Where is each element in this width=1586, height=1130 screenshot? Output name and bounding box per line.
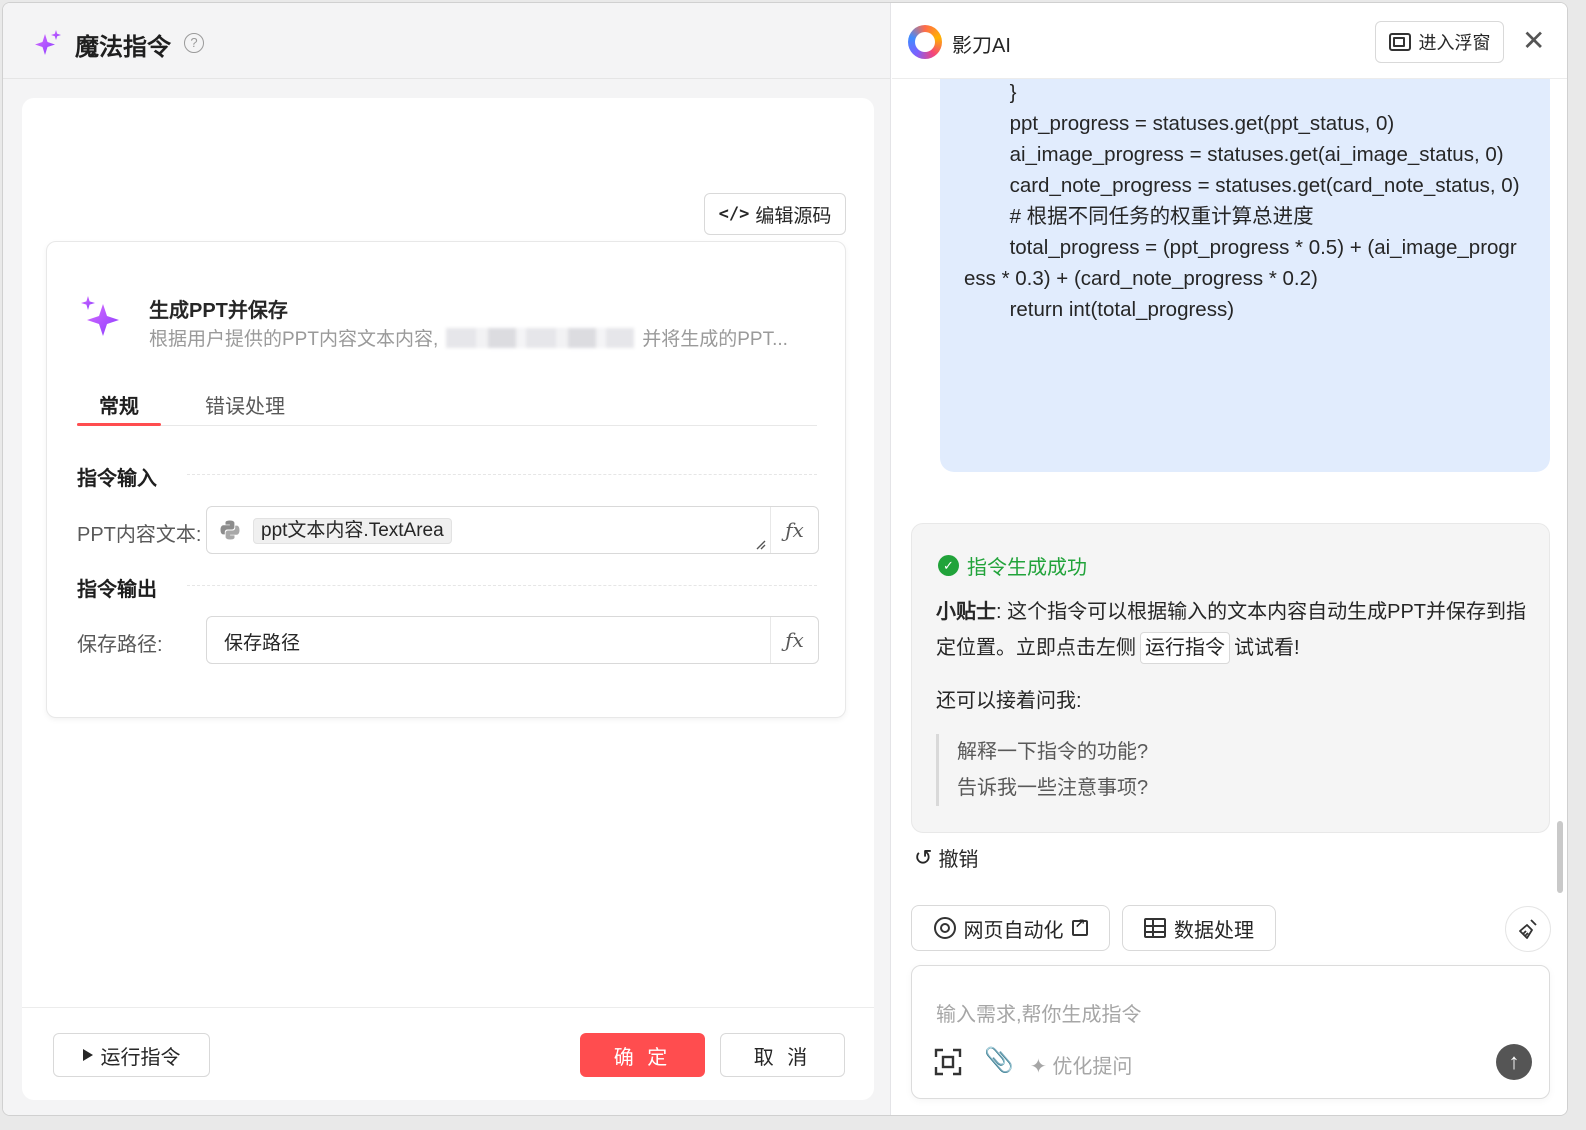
help-icon[interactable]: ? <box>184 33 204 53</box>
command-editor: </> 编辑源码 生成PPT并保存 根据用户提供的PPT内容文本内容, 并将生成的… <box>22 98 874 1100</box>
broom-icon <box>1519 919 1537 939</box>
tab-error-handling[interactable]: 错误处理 <box>205 390 285 419</box>
chrome-icon <box>933 917 956 939</box>
app-name: 影刀AI <box>952 35 1011 57</box>
path-field-label: 保存路径: <box>77 634 163 656</box>
code-line: card_note_progress = statuses.get(card_n… <box>964 174 1520 197</box>
chip-label: 网页自动化 <box>963 919 1064 942</box>
edit-source-button[interactable]: </> 编辑源码 <box>704 193 846 235</box>
tip-text-1: : 这个指令可以根据输入的文本内容自动生成PPT并保存到指定位置。立即点击左侧 <box>936 601 1527 659</box>
send-button[interactable]: ↑ <box>1496 1044 1532 1080</box>
check-circle-icon: ✓ <box>938 555 959 576</box>
ppt-field-label: PPT内容文本: <box>77 524 202 546</box>
chip-label: 数据处理 <box>1174 919 1254 942</box>
undo-label: 撤销 <box>938 849 979 871</box>
edit-source-label: 编辑源码 <box>755 205 832 227</box>
left-header: 魔法指令 ? <box>3 3 890 79</box>
undo-button[interactable]: ↺ 撤销 <box>914 843 978 872</box>
tip-text-2: 试试看! <box>1234 637 1300 659</box>
save-path-field[interactable]: 保存路径 ƒx <box>206 616 819 664</box>
optimize-label: 优化提问 <box>1052 1056 1133 1078</box>
magic-command-panel: 魔法指令 ? </> 编辑源码 生成PPT并保存 根据用户提供的PPT内容文本内… <box>3 3 891 1115</box>
run-command-button[interactable]: 运行指令 <box>53 1033 210 1077</box>
table-icon <box>1144 918 1166 938</box>
input-section-title: 指令输入 <box>77 468 157 490</box>
right-header: 影刀AI 进入浮窗 ✕ <box>892 3 1567 79</box>
code-line: ai_image_progress = statuses.get(ai_imag… <box>964 143 1504 166</box>
assistant-response-card: ✓ 指令生成成功 小贴士: 这个指令可以根据输入的文本内容自动生成PPT并保存到… <box>911 523 1550 833</box>
ai-assistant-panel: } ppt_progress = statuses.get(ppt_status… <box>892 3 1567 1115</box>
fx-button[interactable]: ƒx <box>770 617 818 663</box>
float-label: 进入浮窗 <box>1418 33 1491 53</box>
blurred-text <box>446 328 635 348</box>
run-command-tag: 运行指令 <box>1140 632 1230 664</box>
resize-handle-icon[interactable] <box>754 538 766 550</box>
code-icon: </> <box>718 204 750 224</box>
float-window-icon <box>1388 33 1411 51</box>
active-tab-indicator <box>77 423 161 426</box>
close-icon[interactable]: ✕ <box>1522 27 1545 55</box>
web-automation-chip[interactable]: 网页自动化 <box>911 905 1110 951</box>
app-logo <box>908 25 942 59</box>
left-footer: 运行指令 确 定 取 消 <box>22 1007 874 1100</box>
code-line: total_progress = (ppt_progress * 0.5) + … <box>964 236 1517 290</box>
ppt-content-field[interactable]: ppt文本内容.TextArea ƒx <box>206 506 819 554</box>
ask-more-text: 还可以接着问我: <box>936 690 1082 712</box>
save-path-value: 保存路径 <box>224 633 301 654</box>
optimize-prompt-button[interactable]: ✦ 优化提问 <box>1030 1050 1132 1079</box>
output-section-title: 指令输出 <box>77 579 157 601</box>
sparkle-icon <box>35 30 61 55</box>
variable-chip[interactable]: ppt文本内容.TextArea <box>253 518 452 544</box>
command-title: 生成PPT并保存 <box>149 300 288 322</box>
divider <box>187 585 817 586</box>
external-link-icon <box>1071 916 1088 936</box>
fx-button[interactable]: ƒx <box>770 507 818 553</box>
page-title: 魔法指令 <box>75 34 171 61</box>
screenshot-icon[interactable] <box>934 1048 962 1076</box>
description-start: 根据用户提供的PPT内容文本内容, <box>149 329 439 350</box>
run-label: 运行指令 <box>100 1046 181 1069</box>
tip-text: 小贴士: 这个指令可以根据输入的文本内容自动生成PPT并保存到指定位置。立即点击… <box>936 594 1536 666</box>
data-processing-chip[interactable]: 数据处理 <box>1122 905 1276 951</box>
attachment-icon[interactable]: 📎 <box>984 1046 1014 1075</box>
code-line: return int(total_progress) <box>964 298 1235 321</box>
python-icon <box>220 520 240 540</box>
chat-input-box[interactable]: 输入需求,帮你生成指令 📎 ✦ 优化提问 ↑ <box>911 965 1550 1099</box>
tab-general[interactable]: 常规 <box>99 390 139 419</box>
suggestion-item[interactable]: 解释一下指令的功能? <box>957 734 1148 770</box>
cancel-button[interactable]: 取 消 <box>720 1033 845 1077</box>
clear-chat-button[interactable] <box>1505 906 1551 952</box>
confirm-button[interactable]: 确 定 <box>580 1033 705 1077</box>
float-window-button[interactable]: 进入浮窗 <box>1375 21 1504 63</box>
command-card: 生成PPT并保存 根据用户提供的PPT内容文本内容, 并将生成的PPT... 常规… <box>46 241 846 718</box>
code-line: # 根据不同任务的权重计算总进度 <box>964 205 1314 228</box>
command-sparkle-icon <box>81 296 119 336</box>
suggestion-item[interactable]: 告诉我一些注意事项? <box>957 770 1148 806</box>
play-icon <box>82 1049 93 1061</box>
success-text: 指令生成成功 <box>967 557 1087 579</box>
app-window: 魔法指令 ? </> 编辑源码 生成PPT并保存 根据用户提供的PPT内容文本内… <box>2 2 1568 1116</box>
tip-bold: 小贴士 <box>936 601 996 623</box>
code-line: } <box>964 81 1017 104</box>
description-end: 并将生成的PPT... <box>642 329 788 350</box>
undo-icon: ↺ <box>914 844 933 870</box>
command-description: 根据用户提供的PPT内容文本内容, 并将生成的PPT... <box>149 324 788 351</box>
suggestion-list: 解释一下指令的功能? 告诉我一些注意事项? <box>936 734 1148 806</box>
divider <box>187 474 817 475</box>
success-status: ✓ 指令生成成功 <box>938 551 1087 580</box>
chat-input-placeholder[interactable]: 输入需求,帮你生成指令 <box>936 998 1142 1027</box>
tab-bar: 常规 错误处理 <box>77 380 817 426</box>
chat-scrollbar[interactable] <box>1557 821 1563 893</box>
sparkle-icon: ✦ <box>1030 1056 1047 1078</box>
code-line: ppt_progress = statuses.get(ppt_status, … <box>964 112 1395 135</box>
